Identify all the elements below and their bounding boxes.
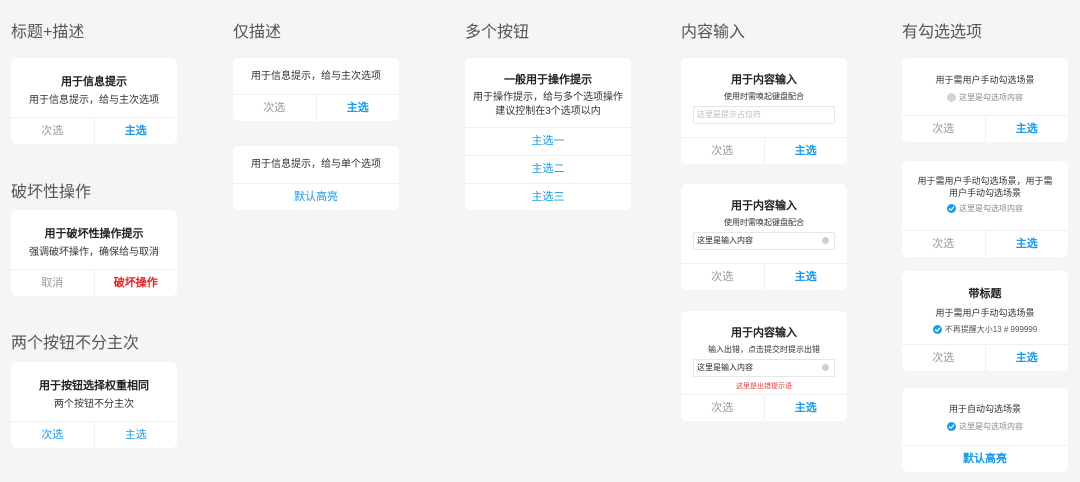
checkbox-row[interactable]: 这里是勾选项内容 — [910, 421, 1060, 432]
text-input[interactable]: 这里是输入内容 — [693, 359, 835, 377]
dialog-title-desc: 用于信息提示 用于信息提示，给与主次选项 次选 主选 — [11, 58, 177, 144]
checkbox-label: 这里是勾选项内容 — [959, 204, 1023, 213]
dialog-desc-line2: 建议控制在3个选项以内 — [495, 106, 601, 117]
secondary-button[interactable]: 次选 — [902, 116, 985, 142]
dialog-checkbox-auto: 用于自动勾选场景 这里是勾选项内容 默认高亮 — [902, 388, 1068, 472]
text-input[interactable]: 这里是输入内容 — [693, 232, 835, 250]
primary-button[interactable]: 主选 — [986, 345, 1069, 371]
dialog-desc-line1: 用于操作提示，给与多个选项操作 — [473, 92, 623, 103]
option-b-button[interactable]: 主选 — [95, 422, 178, 448]
dialog-title: 用于破坏性操作提示 — [44, 228, 144, 240]
dialog-title: 用于内容输入 — [731, 200, 797, 212]
dialog-title: 用于需用户手动勾选场景 — [935, 75, 1035, 85]
dialog-desc: 输入出错，点击提交时提示出错 — [708, 345, 820, 354]
dialog-title: 用于内容输入 — [731, 74, 797, 86]
dialog-title-line1: 用于需用户手动勾选场景，用于需 — [917, 176, 1053, 186]
option-one-button[interactable]: 主选一 — [465, 127, 631, 155]
dialog-checkbox-unchecked: 用于需用户手动勾选场景 这里是勾选项内容 次选 主选 — [902, 58, 1068, 142]
primary-button[interactable]: 主选 — [765, 264, 848, 290]
option-three-button[interactable]: 主选三 — [465, 183, 631, 210]
text-input[interactable]: 这里是提示占位符 — [693, 106, 835, 124]
dialog-desc-only: 用于信息提示，给与主次选项 次选 主选 — [233, 58, 399, 121]
dialog-title: 用于需用户手动勾选场景 — [935, 308, 1035, 318]
primary-button[interactable]: 主选 — [765, 395, 848, 421]
checkbox-label: 这里是勾选项内容 — [959, 422, 1023, 431]
checkbox-row[interactable]: 不再提醒大小13 # 999999 — [910, 324, 1060, 335]
section-title-multi-buttons: 多个按钮 — [465, 24, 530, 41]
dialog-desc: 两个按钮不分主次 — [54, 399, 134, 410]
checkbox-row[interactable]: 这里是勾选项内容 — [910, 203, 1060, 214]
secondary-button[interactable]: 次选 — [11, 118, 94, 144]
checkbox-unchecked-icon[interactable] — [947, 93, 956, 102]
dialog-checkbox-heading: 带标题 用于需用户手动勾选场景 不再提醒大小13 # 999999 次选 主选 — [902, 271, 1068, 371]
section-title-desc-only: 仅描述 — [233, 24, 282, 41]
checkbox-label: 不再提醒大小13 # 999999 — [944, 325, 1038, 334]
input-value: 这里是输入内容 — [697, 363, 753, 372]
error-message: 这里是出错提示语 — [736, 383, 792, 390]
checkbox-checked-icon[interactable] — [932, 325, 942, 334]
default-highlight-button[interactable]: 默认高亮 — [233, 184, 399, 210]
dialog-destructive: 用于破坏性操作提示 强调破坏操作，确保给与取消 取消 破坏操作 — [11, 210, 177, 296]
dialog-title: 用于自动勾选场景 — [948, 404, 1021, 414]
section-title-input: 内容输入 — [681, 24, 746, 41]
dialog-desc: 用于信息提示，给与主次选项 — [29, 95, 159, 106]
dialog-equal-buttons: 用于按钮选择权重相同 两个按钮不分主次 次选 主选 — [11, 362, 177, 448]
dialog-desc: 使用时需唤起键盘配合 — [724, 92, 804, 101]
section-title-checkbox: 有勾选选项 — [902, 24, 983, 41]
dialog-desc: 用于信息提示，给与单个选项 — [251, 159, 381, 170]
dialog-desc: 用于信息提示，给与主次选项 — [251, 71, 381, 82]
dialog-title: 用于信息提示 — [61, 76, 127, 88]
dialog-title: 用于按钮选择权重相同 — [39, 380, 149, 392]
primary-button[interactable]: 主选 — [765, 138, 848, 164]
default-highlight-button[interactable]: 默认高亮 — [902, 446, 1068, 472]
checkbox-checked-icon[interactable] — [947, 204, 956, 213]
dialog-input-filled: 用于内容输入 使用时需唤起键盘配合 这里是输入内容 次选 主选 — [681, 184, 847, 290]
dialog-multi-buttons: 一般用于操作提示 用于操作提示，给与多个选项操作 建议控制在3个选项以内 主选一… — [465, 58, 631, 210]
dialog-desc-single: 用于信息提示，给与单个选项 默认高亮 — [233, 146, 399, 210]
secondary-button[interactable]: 次选 — [681, 138, 764, 164]
clear-icon[interactable] — [822, 364, 829, 371]
dialog-title-line2: 用户手动勾选场景 — [948, 188, 1021, 198]
dialog-input-placeholder: 用于内容输入 使用时需唤起键盘配合 这里是提示占位符 次选 主选 — [681, 58, 847, 164]
primary-button[interactable]: 主选 — [986, 116, 1069, 142]
dialog-input-error: 用于内容输入 输入出错，点击提交时提示出错 这里是输入内容 这里是出错提示语 次… — [681, 311, 847, 421]
section-title-destructive: 破坏性操作 — [11, 184, 92, 201]
option-two-button[interactable]: 主选二 — [465, 155, 631, 183]
primary-button[interactable]: 主选 — [317, 95, 400, 121]
primary-button[interactable]: 主选 — [986, 231, 1069, 257]
clear-icon[interactable] — [822, 237, 829, 244]
secondary-button[interactable]: 次选 — [902, 231, 985, 257]
checkbox-row[interactable]: 这里是勾选项内容 — [910, 92, 1060, 103]
dialog-title: 用于内容输入 — [731, 327, 797, 339]
secondary-button[interactable]: 次选 — [902, 345, 985, 371]
dialog-desc: 强调破坏操作，确保给与取消 — [29, 247, 159, 258]
secondary-button[interactable]: 次选 — [681, 395, 764, 421]
primary-button[interactable]: 主选 — [95, 118, 178, 144]
secondary-button[interactable]: 次选 — [233, 95, 316, 121]
cancel-button[interactable]: 取消 — [11, 270, 94, 296]
destroy-button[interactable]: 破坏操作 — [95, 270, 178, 296]
option-a-button[interactable]: 次选 — [11, 422, 94, 448]
dialog-title: 一般用于操作提示 — [504, 74, 592, 86]
dialog-desc: 使用时需唤起键盘配合 — [724, 218, 804, 227]
checkbox-label: 这里是勾选项内容 — [959, 93, 1023, 102]
section-title-equal-buttons: 两个按钮不分主次 — [11, 335, 140, 352]
dialog-checkbox-long: 用于需用户手动勾选场景，用于需 用户手动勾选场景 这里是勾选项内容 次选 主选 — [902, 161, 1068, 257]
dialog-heading: 带标题 — [968, 288, 1002, 300]
section-title-title-desc: 标题+描述 — [11, 24, 85, 41]
input-value: 这里是输入内容 — [697, 236, 753, 245]
checkbox-checked-icon[interactable] — [947, 422, 956, 431]
secondary-button[interactable]: 次选 — [681, 264, 764, 290]
